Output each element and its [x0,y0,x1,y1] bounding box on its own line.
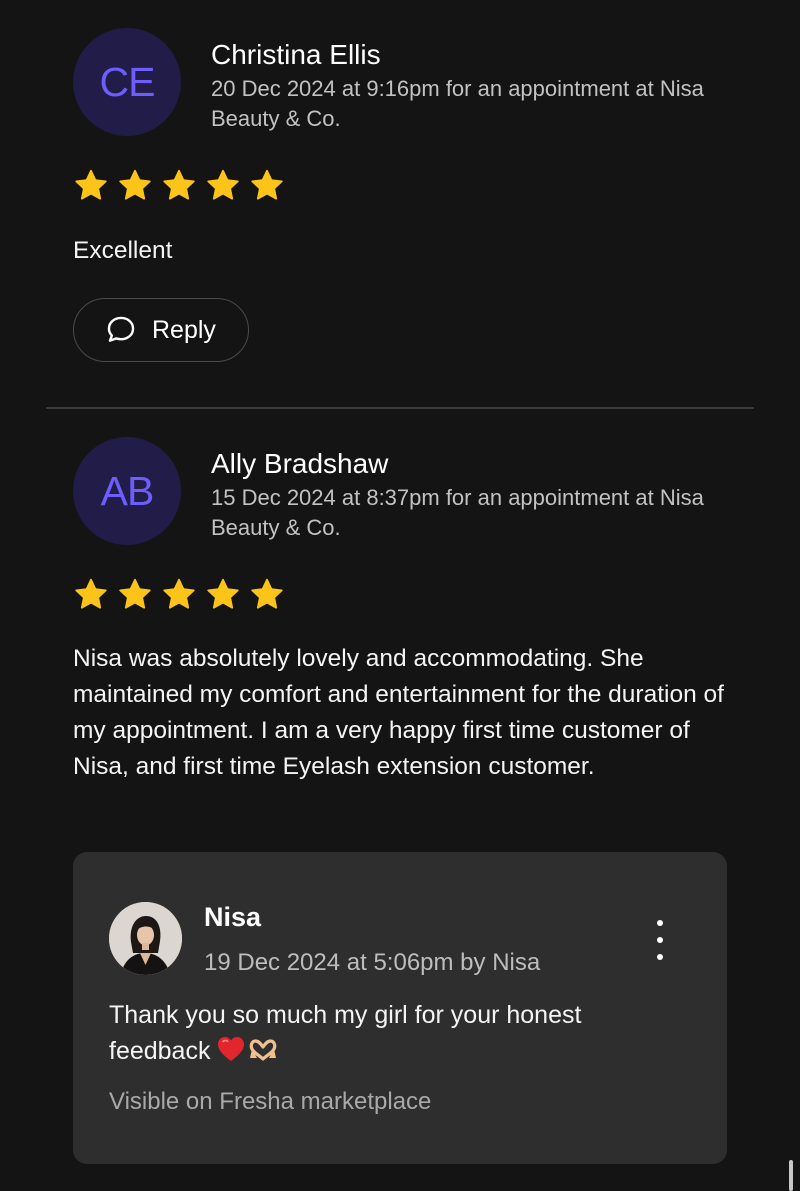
owner-reply-text-block: Thank you so much my girl for your hones… [109,997,669,1069]
more-vertical-icon[interactable] [648,920,672,960]
star-icon [251,169,283,200]
star-icon [119,578,151,609]
review-text: Nisa was absolutely lovely and accommoda… [73,645,724,780]
owner-reply-text: Thank you so much my girl for your hones… [109,1001,582,1065]
review-meta: 15 Dec 2024 at 8:37pm for an appointment… [211,485,704,540]
star-icon [207,578,239,609]
profile-photo [109,902,182,975]
reviewer-name: Ally Bradshaw [211,448,389,479]
visibility-note: Visible on Fresha marketplace [109,1088,432,1115]
star-rating [73,168,285,204]
owner-reply-card: Nisa 19 Dec 2024 at 5:06pm by Nisa Thank… [73,852,727,1164]
star-icon [163,169,195,200]
review-text: Excellent [73,237,173,264]
reply-button-label: Reply [152,315,216,344]
star-icon [75,578,107,609]
star-icon [251,578,283,609]
divider [46,407,754,409]
reviews-page: CE Christina Ellis 20 Dec 2024 at 9:16pm… [0,0,800,1191]
red-heart-emoji [218,1037,245,1061]
star-icon [163,578,195,609]
star-icon [119,169,151,200]
reviewer-name: Christina Ellis [211,39,381,70]
owner-reply-meta: 19 Dec 2024 at 5:06pm by Nisa [204,949,541,976]
scrollbar[interactable] [789,1160,793,1191]
star-icon [207,169,239,200]
star-icon [75,169,107,200]
avatar: CE [73,28,181,136]
star-rating [73,577,285,613]
owner-avatar [109,902,182,975]
owner-name: Nisa [204,902,262,932]
reply-button[interactable]: Reply [73,298,249,362]
review-meta: 20 Dec 2024 at 9:16pm for an appointment… [211,76,704,131]
chat-bubble-icon [107,316,135,342]
avatar: AB [73,437,181,545]
heart-hands-emoji [250,1039,277,1061]
